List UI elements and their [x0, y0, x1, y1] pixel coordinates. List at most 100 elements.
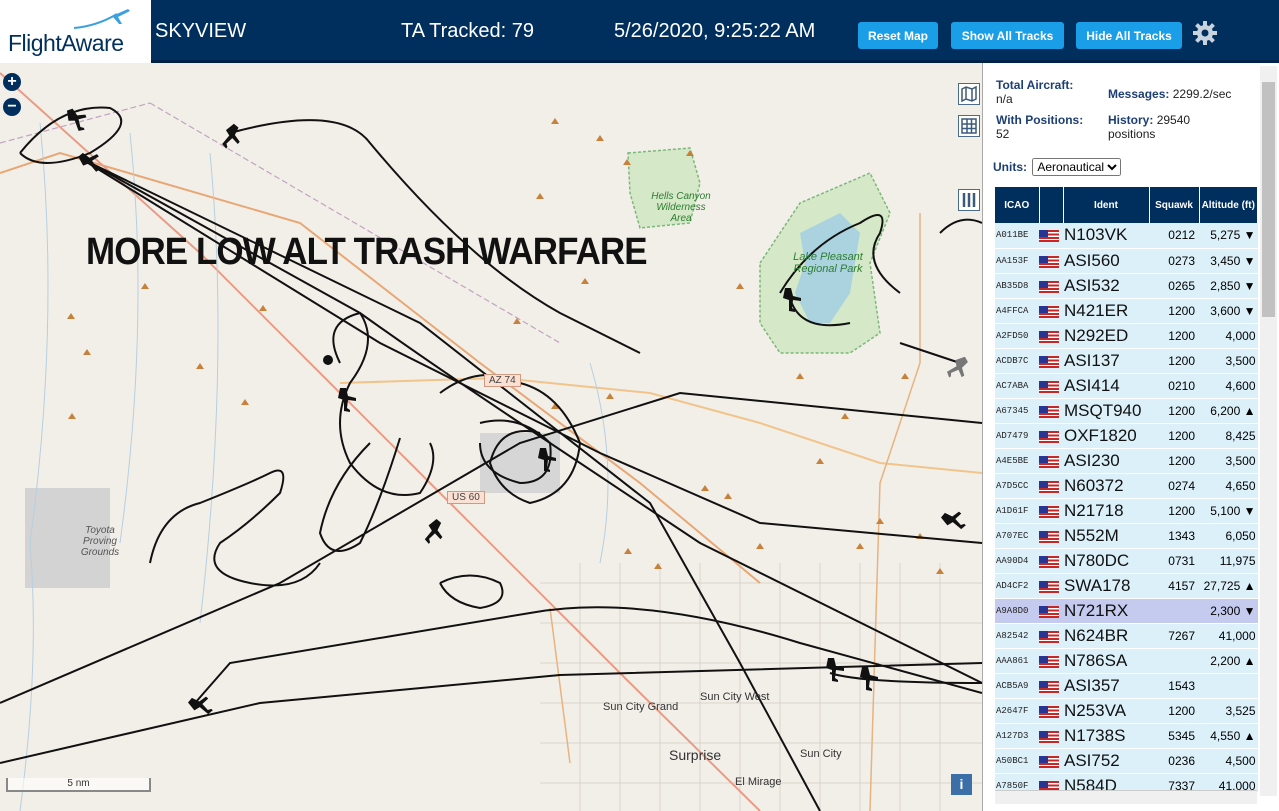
- aircraft-row[interactable]: ACB5A9 ASI357 1543: [995, 673, 1258, 699]
- aircraft-row[interactable]: A67345 MSQT940 1200 6,200 ▲: [995, 398, 1258, 424]
- icao-cell: A011BE: [995, 223, 1039, 249]
- altitude-cell: 5,275 ▼: [1199, 223, 1258, 249]
- icao-cell: A50BC1: [995, 748, 1039, 774]
- ident-cell: ASI414: [1063, 373, 1149, 399]
- zoom-in-button[interactable]: +: [3, 73, 21, 91]
- aircraft-row[interactable]: A50BC1 ASI752 0236 4,500: [995, 748, 1258, 774]
- squawk-cell: 0731: [1149, 548, 1199, 574]
- us-flag-icon: [1039, 555, 1059, 568]
- icao-cell: A1D61F: [995, 498, 1039, 524]
- flag-icon-cell: [1039, 348, 1063, 374]
- us-flag-icon: [1039, 505, 1059, 518]
- flag-icon-cell: [1039, 498, 1063, 524]
- column-header[interactable]: [1039, 187, 1064, 223]
- label-sun-city: Sun City: [800, 748, 842, 760]
- ident-cell: N103VK: [1063, 223, 1149, 249]
- column-header[interactable]: Ident: [1063, 187, 1150, 223]
- scale-bar: 5 nm: [6, 778, 151, 792]
- units-select[interactable]: Aeronautical: [1032, 158, 1122, 176]
- flightaware-logo[interactable]: FlightAware: [0, 0, 151, 63]
- icao-cell: AA153F: [995, 248, 1039, 274]
- zoom-out-button[interactable]: −: [3, 98, 21, 116]
- info-button[interactable]: i: [951, 774, 972, 795]
- aircraft-row[interactable]: A707EC N552M 1343 6,050: [995, 523, 1258, 549]
- scrollbar-thumb[interactable]: [1262, 82, 1275, 317]
- gear-icon[interactable]: [1192, 20, 1218, 46]
- altitude-cell: 6,200 ▲: [1199, 398, 1258, 424]
- map-layer: [0, 72, 982, 811]
- flag-icon-cell: [1039, 723, 1063, 749]
- icao-cell: A4E5BE: [995, 448, 1039, 474]
- us-flag-icon: [1039, 480, 1059, 493]
- aircraft-row[interactable]: A7D5CC N60372 0274 4,650: [995, 473, 1258, 499]
- squawk-cell: 0212: [1149, 223, 1199, 249]
- aircraft-row[interactable]: A2647F N253VA 1200 3,525: [995, 698, 1258, 724]
- units-row: Units: Aeronautical: [993, 158, 1122, 176]
- aircraft-row[interactable]: A9A8D0 N721RX 2,300 ▼: [995, 598, 1258, 624]
- squawk-cell: 1200: [1149, 323, 1199, 349]
- us-flag-icon: [1039, 580, 1059, 593]
- ident-cell: N21718: [1063, 498, 1149, 524]
- with-positions-value: 52: [996, 127, 1010, 141]
- aircraft-row[interactable]: A2FD50 N292ED 1200 4,000: [995, 323, 1258, 349]
- altitude-cell: 4,550 ▲: [1199, 723, 1258, 749]
- us-flag-icon: [1039, 530, 1059, 543]
- flag-icon-cell: [1039, 598, 1063, 624]
- flag-icon-cell: [1039, 573, 1063, 599]
- squawk-cell: 1200: [1149, 698, 1199, 724]
- label-sun-city-grand: Sun City Grand: [603, 701, 679, 713]
- aircraft-row[interactable]: AA153F ASI560 0273 3,450 ▼: [995, 248, 1258, 274]
- reset-map-button[interactable]: Reset Map: [858, 22, 938, 49]
- label-lake-pleasant: Lake Pleasant Regional Park: [793, 251, 863, 275]
- aircraft-row[interactable]: A4E5BE ASI230 1200 3,500: [995, 448, 1258, 474]
- aircraft-row[interactable]: AAA861 N786SA 2,200 ▲: [995, 648, 1258, 674]
- column-header[interactable]: ICAO: [995, 187, 1040, 223]
- aircraft-row[interactable]: ACDB7C ASI137 1200 3,500: [995, 348, 1258, 374]
- map-layers-button[interactable]: [958, 83, 980, 105]
- squawk-cell: 0210: [1149, 373, 1199, 399]
- flag-icon-cell: [1039, 423, 1063, 449]
- aircraft-row[interactable]: AD4CF2 SWA178 4157 27,725 ▲: [995, 573, 1258, 599]
- aircraft-row[interactable]: AD7479 OXF1820 1200 8,425: [995, 423, 1258, 449]
- flag-icon-cell: [1039, 648, 1063, 674]
- map-canvas[interactable]: Hells Canyon Wilderness Area Lake Pleasa…: [0, 63, 982, 811]
- aircraft-row[interactable]: A4FFCA N421ER 1200 3,600 ▼: [995, 298, 1258, 324]
- horizontal-scrollbar[interactable]: [995, 790, 1257, 804]
- altitude-cell: 4,600: [1199, 373, 1258, 399]
- aircraft-row[interactable]: AA90D4 N780DC 0731 11,975: [995, 548, 1258, 574]
- us-flag-icon: [1039, 330, 1059, 343]
- ident-cell: MSQT940: [1063, 398, 1149, 424]
- grid-toggle-button[interactable]: [958, 115, 980, 137]
- aircraft-row[interactable]: A1D61F N21718 1200 5,100 ▼: [995, 498, 1258, 524]
- aircraft-row[interactable]: A127D3 N1738S 5345 4,550 ▲: [995, 723, 1258, 749]
- aircraft-table-container[interactable]: ICAO Ident Squawk Altitude (ft) A011BE N103V…: [995, 187, 1258, 792]
- altitude-cell: 5,100 ▼: [1199, 498, 1258, 524]
- ident-cell: ASI532: [1063, 273, 1149, 299]
- aircraft-row[interactable]: A82542 N624BR 7267 41,000: [995, 623, 1258, 649]
- icao-cell: ACB5A9: [995, 673, 1039, 699]
- label-surprise: Surprise: [669, 747, 722, 763]
- ident-cell: N624BR: [1063, 623, 1149, 649]
- flag-icon-cell: [1039, 223, 1063, 249]
- squawk-cell: 1200: [1149, 423, 1199, 449]
- us-flag-icon: [1039, 680, 1059, 693]
- icao-cell: A7D5CC: [995, 473, 1039, 499]
- us-flag-icon: [1039, 255, 1059, 268]
- vertical-scrollbar[interactable]: [1260, 66, 1277, 796]
- column-toggle-button[interactable]: [958, 189, 980, 211]
- map-icon: [961, 85, 977, 103]
- label-us60: US 60: [447, 491, 485, 504]
- show-all-tracks-button[interactable]: Show All Tracks: [951, 22, 1064, 49]
- icao-cell: A127D3: [995, 723, 1039, 749]
- column-header[interactable]: Squawk: [1149, 187, 1200, 223]
- hide-all-tracks-button[interactable]: Hide All Tracks: [1076, 22, 1182, 49]
- receiver-marker: [323, 355, 333, 365]
- ident-cell: N421ER: [1063, 298, 1149, 324]
- squawk-cell: 1200: [1149, 348, 1199, 374]
- aircraft-row[interactable]: AC7ABA ASI414 0210 4,600: [995, 373, 1258, 399]
- ident-cell: N292ED: [1063, 323, 1149, 349]
- aircraft-row[interactable]: A011BE N103VK 0212 5,275 ▼: [995, 223, 1258, 249]
- aircraft-row[interactable]: AB35D8 ASI532 0265 2,850 ▼: [995, 273, 1258, 299]
- icao-cell: AA90D4: [995, 548, 1039, 574]
- column-header[interactable]: Altitude (ft): [1199, 187, 1258, 223]
